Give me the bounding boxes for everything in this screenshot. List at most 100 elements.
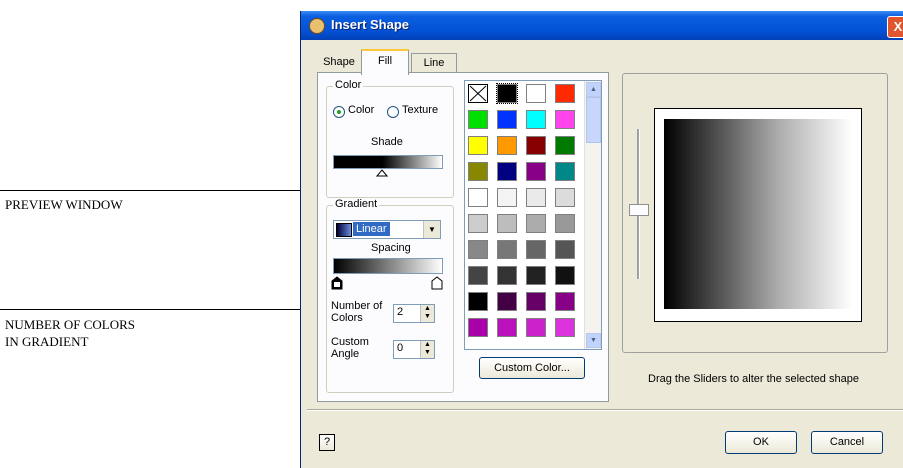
fill-tab-panel: Color Color Texture Shade Gradient Linea… — [317, 72, 609, 402]
number-of-colors-spinner[interactable]: 2 ▲ ▼ — [393, 304, 435, 323]
custom-angle-spinner[interactable]: 0 ▲ ▼ — [393, 340, 435, 359]
custom-angle-label-line1: Custom — [331, 336, 369, 348]
palette-swatch[interactable] — [497, 136, 517, 155]
no-fill-swatch[interactable] — [468, 84, 488, 103]
annotation-number-of-colors: NUMBER OF COLORS IN GRADIENT — [5, 316, 135, 350]
palette-swatch[interactable] — [555, 188, 575, 207]
palette-swatch[interactable] — [468, 136, 488, 155]
chevron-down-icon[interactable]: ▼ — [423, 221, 440, 238]
custom-angle-label-line2: Angle — [331, 348, 360, 360]
title-bar[interactable]: Insert Shape X — [301, 11, 903, 40]
palette-swatch[interactable] — [526, 318, 546, 337]
annotation-line-2: IN GRADIENT — [5, 334, 89, 349]
gradient-group: Gradient Linear ▼ Spacing Number of Colo… — [326, 198, 454, 393]
palette-swatch[interactable] — [497, 292, 517, 311]
palette-swatch[interactable] — [555, 162, 575, 181]
shade-slider-thumb[interactable] — [376, 169, 388, 177]
palette-swatch[interactable] — [468, 214, 488, 233]
palette-swatch[interactable] — [497, 162, 517, 181]
color-palette: ▲ ▼ — [464, 80, 602, 350]
number-of-colors-value: 2 — [397, 306, 404, 318]
vertical-slider-track[interactable] — [629, 129, 649, 279]
shape-preview — [654, 108, 862, 322]
palette-swatch[interactable] — [497, 214, 517, 233]
palette-swatch[interactable] — [555, 110, 575, 129]
palette-swatch[interactable] — [526, 240, 546, 259]
annotation-line-1: NUMBER OF COLORS — [5, 317, 136, 332]
palette-swatch[interactable] — [526, 214, 546, 233]
ok-button[interactable]: OK — [725, 431, 797, 454]
spin-down-icon[interactable]: ▼ — [421, 313, 434, 321]
gradient-type-value: Linear — [353, 222, 390, 236]
tab-shape[interactable]: Shape — [319, 53, 359, 72]
palette-scrollbar[interactable]: ▲ ▼ — [584, 81, 601, 349]
texture-radio[interactable] — [387, 106, 399, 118]
spin-up-icon[interactable]: ▲ — [421, 305, 434, 313]
shade-slider-bar[interactable] — [333, 155, 443, 169]
palette-swatch[interactable] — [526, 188, 546, 207]
tab-line[interactable]: Line — [411, 53, 457, 73]
palette-swatch[interactable] — [468, 266, 488, 285]
palette-swatch[interactable] — [497, 318, 517, 337]
app-icon — [309, 18, 325, 34]
scroll-up-icon[interactable]: ▲ — [586, 82, 601, 97]
color-group: Color Color Texture Shade — [326, 79, 454, 198]
spin-up-icon[interactable]: ▲ — [421, 341, 434, 349]
gradient-type-icon — [336, 223, 352, 237]
dialog-title: Insert Shape — [331, 17, 410, 32]
gradient-type-select[interactable]: Linear ▼ — [333, 220, 441, 239]
palette-swatch[interactable] — [526, 292, 546, 311]
help-button[interactable]: ? — [319, 434, 335, 451]
insert-shape-dialog: Insert Shape X Shape Fill Line Color Col… — [300, 11, 903, 468]
texture-radio-label: Texture — [402, 104, 439, 116]
palette-swatch[interactable] — [555, 214, 575, 233]
palette-swatch[interactable] — [468, 292, 488, 311]
gradient-preview-fill — [664, 119, 852, 309]
palette-swatch[interactable] — [468, 240, 488, 259]
vertical-slider-thumb[interactable] — [629, 204, 649, 216]
spacing-slider-bar[interactable] — [333, 258, 443, 274]
palette-swatch[interactable] — [497, 188, 517, 207]
palette-swatch[interactable] — [526, 162, 546, 181]
palette-swatch[interactable] — [497, 110, 517, 129]
number-of-colors-label-line1: Number of — [331, 300, 383, 312]
palette-swatch[interactable] — [468, 318, 488, 337]
right-stop-marker-icon[interactable] — [431, 276, 443, 290]
number-of-colors-label-line2: Colors — [331, 312, 363, 324]
scroll-thumb[interactable] — [586, 97, 601, 143]
palette-swatch[interactable] — [526, 266, 546, 285]
gradient-group-label: Gradient — [333, 198, 380, 210]
annotation-preview-window: PREVIEW WINDOW — [5, 197, 123, 212]
palette-swatch[interactable] — [555, 240, 575, 259]
palette-swatch[interactable] — [555, 292, 575, 311]
left-stop-marker-icon[interactable] — [331, 276, 343, 290]
palette-swatch[interactable] — [468, 110, 488, 129]
close-button[interactable]: X — [887, 16, 903, 38]
palette-swatch[interactable] — [496, 83, 518, 104]
scroll-down-icon[interactable]: ▼ — [586, 333, 601, 348]
palette-swatch[interactable] — [526, 136, 546, 155]
color-radio-label: Color — [348, 104, 375, 116]
preview-window — [622, 73, 888, 353]
palette-swatch[interactable] — [555, 266, 575, 285]
custom-angle-label: Custom Angle — [331, 336, 369, 360]
palette-swatch[interactable] — [555, 318, 575, 337]
spin-buttons[interactable]: ▲ ▼ — [420, 305, 434, 322]
spin-buttons[interactable]: ▲ ▼ — [420, 341, 434, 358]
spin-down-icon[interactable]: ▼ — [421, 349, 434, 357]
color-radio[interactable] — [333, 106, 345, 118]
palette-swatch[interactable] — [555, 84, 575, 103]
palette-swatch[interactable] — [526, 110, 546, 129]
palette-swatch[interactable] — [468, 162, 488, 181]
palette-swatch[interactable] — [497, 240, 517, 259]
shade-label: Shade — [371, 136, 403, 148]
custom-color-button[interactable]: Custom Color... — [479, 357, 585, 379]
cancel-button[interactable]: Cancel — [811, 431, 883, 454]
number-of-colors-label: Number of Colors — [331, 300, 382, 324]
tab-fill[interactable]: Fill — [361, 49, 409, 75]
palette-swatch[interactable] — [555, 136, 575, 155]
palette-swatch[interactable] — [526, 84, 546, 103]
palette-swatch[interactable] — [497, 266, 517, 285]
custom-angle-value: 0 — [397, 342, 404, 354]
palette-swatch[interactable] — [468, 188, 488, 207]
